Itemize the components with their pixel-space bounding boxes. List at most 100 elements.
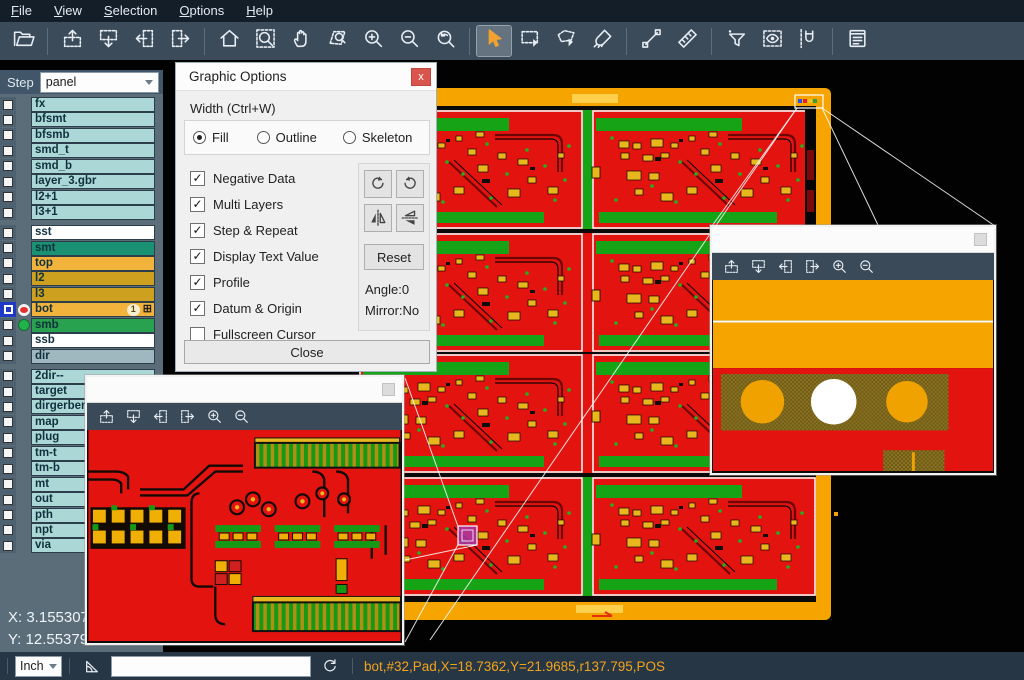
layer-name-l2[interactable]: l2	[31, 271, 155, 286]
rect-select-button[interactable]	[513, 26, 547, 56]
layer-name-fx[interactable]: fx	[31, 97, 155, 112]
nudge-right-button[interactable]	[799, 255, 826, 278]
layer-row-bfsmb[interactable]: bfsmb	[0, 128, 163, 143]
layer-checkbox[interactable]	[0, 318, 16, 333]
checkbox-display-text-value[interactable]: ✓Display Text Value	[190, 243, 319, 269]
nudge-down-button[interactable]	[91, 26, 125, 56]
layer-checkbox[interactable]	[0, 415, 16, 430]
layer-checkbox[interactable]	[0, 430, 16, 445]
layer-checkbox[interactable]	[0, 492, 16, 507]
nudge-up-button[interactable]	[55, 26, 89, 56]
rotate-ccw-button[interactable]	[396, 170, 424, 198]
layer-checkbox[interactable]	[0, 384, 16, 399]
layer-row-ssb[interactable]: ssb	[0, 333, 163, 348]
menu-options[interactable]: Options	[168, 0, 235, 22]
layer-checkbox[interactable]	[0, 174, 16, 189]
zoom-out-button[interactable]	[853, 255, 880, 278]
checkbox-datum-origin[interactable]: ✓Datum & Origin	[190, 295, 319, 321]
magnifier-right-view[interactable]	[712, 280, 994, 471]
layer-row-l3+1[interactable]: l3+1	[0, 205, 163, 220]
dialog-close-action-button[interactable]: Close	[184, 340, 430, 364]
layer-name-bfsmb[interactable]: bfsmb	[31, 128, 155, 143]
layer-checkbox[interactable]	[0, 508, 16, 523]
layer-checkbox[interactable]	[0, 538, 16, 553]
layer-checkbox[interactable]	[0, 128, 16, 143]
layer-name-l2+1[interactable]: l2+1	[31, 190, 155, 205]
menu-selection[interactable]: Selection	[93, 0, 168, 22]
layer-checkbox[interactable]	[0, 143, 16, 158]
layer-checkbox[interactable]	[0, 333, 16, 348]
window-button[interactable]	[974, 233, 987, 246]
nudge-left-button[interactable]	[147, 405, 174, 428]
layer-checkbox[interactable]	[0, 477, 16, 492]
fit-home-button[interactable]	[212, 26, 246, 56]
mirror-horizontal-button[interactable]	[364, 204, 392, 232]
step-select[interactable]: panel	[40, 72, 159, 93]
layer-name-bot[interactable]: bot1⊞	[31, 302, 155, 317]
layer-name-smd_b[interactable]: smd_b	[31, 159, 155, 174]
nudge-left-button[interactable]	[772, 255, 799, 278]
layer-row-smd_b[interactable]: smd_b	[0, 159, 163, 174]
nudge-left-button[interactable]	[127, 26, 161, 56]
checkbox-step-repeat[interactable]: ✓Step & Repeat	[190, 217, 319, 243]
zoom-window-button[interactable]	[248, 26, 282, 56]
magnifier-left-titlebar[interactable]	[87, 377, 402, 403]
nudge-down-button[interactable]	[120, 405, 147, 428]
nudge-down-button[interactable]	[745, 255, 772, 278]
layer-checkbox[interactable]	[0, 205, 16, 220]
layer-checkbox[interactable]	[0, 271, 16, 286]
open-file-button[interactable]	[6, 26, 40, 56]
layer-row-fx[interactable]: fx	[0, 97, 163, 112]
polygon-select-button[interactable]	[549, 26, 583, 56]
layer-checkbox[interactable]	[0, 241, 16, 256]
layer-row-bot[interactable]: bot1⊞	[0, 302, 163, 317]
layer-checkbox[interactable]	[0, 97, 16, 112]
magnifier-left-view[interactable]	[87, 430, 402, 641]
display-options-button[interactable]	[755, 26, 789, 56]
nudge-up-button[interactable]	[718, 255, 745, 278]
checkbox-multi-layers[interactable]: ✓Multi Layers	[190, 191, 319, 217]
layer-row-smd_t[interactable]: smd_t	[0, 143, 163, 158]
nudge-right-button[interactable]	[163, 26, 197, 56]
nudge-up-button[interactable]	[93, 405, 120, 428]
layer-checkbox[interactable]	[0, 461, 16, 476]
layer-row-top[interactable]: top	[0, 256, 163, 271]
layer-row-bfsmt[interactable]: bfsmt	[0, 112, 163, 127]
rotate-cw-button[interactable]	[364, 170, 392, 198]
angle-protractor-icon[interactable]	[80, 655, 104, 677]
radio-fill[interactable]: Fill	[193, 130, 229, 145]
layer-name-bfsmt[interactable]: bfsmt	[31, 112, 155, 127]
layer-row-l2+1[interactable]: l2+1	[0, 190, 163, 205]
reset-button[interactable]: Reset	[364, 244, 424, 270]
layer-name-top[interactable]: top	[31, 256, 155, 271]
layer-name-smb[interactable]: smb	[31, 318, 155, 333]
layer-checkbox[interactable]	[0, 190, 16, 205]
layer-name-l3[interactable]: l3	[31, 287, 155, 302]
layer-name-ssb[interactable]: ssb	[31, 333, 155, 348]
layer-row-l3[interactable]: l3	[0, 287, 163, 302]
zoom-in-button[interactable]	[201, 405, 228, 428]
zoom-in-button[interactable]	[826, 255, 853, 278]
layer-name-layer_3.gbr[interactable]: layer_3.gbr	[31, 174, 155, 189]
radio-outline[interactable]: Outline	[257, 130, 317, 145]
layer-checkbox[interactable]	[0, 523, 16, 538]
layer-name-sst[interactable]: sst	[31, 225, 155, 240]
magnifier-window-left[interactable]	[85, 375, 404, 645]
zoom-previous-button[interactable]	[428, 26, 462, 56]
layer-row-dir[interactable]: dir	[0, 349, 163, 364]
layer-checkbox[interactable]	[0, 302, 16, 317]
menu-help[interactable]: Help	[235, 0, 284, 22]
zoom-out-button[interactable]	[228, 405, 255, 428]
zoom-out-button[interactable]	[392, 26, 426, 56]
command-input[interactable]	[111, 656, 311, 677]
checkbox-profile[interactable]: ✓Profile	[190, 269, 319, 295]
zoom-object-button[interactable]	[320, 26, 354, 56]
ruler-button[interactable]	[670, 26, 704, 56]
report-panel-button[interactable]	[840, 26, 874, 56]
layer-name-smd_t[interactable]: smd_t	[31, 143, 155, 158]
nudge-right-button[interactable]	[174, 405, 201, 428]
layer-row-smt[interactable]: smt	[0, 241, 163, 256]
layer-checkbox[interactable]	[0, 287, 16, 302]
menu-view[interactable]: View	[43, 0, 93, 22]
radio-skeleton[interactable]: Skeleton	[343, 130, 413, 145]
